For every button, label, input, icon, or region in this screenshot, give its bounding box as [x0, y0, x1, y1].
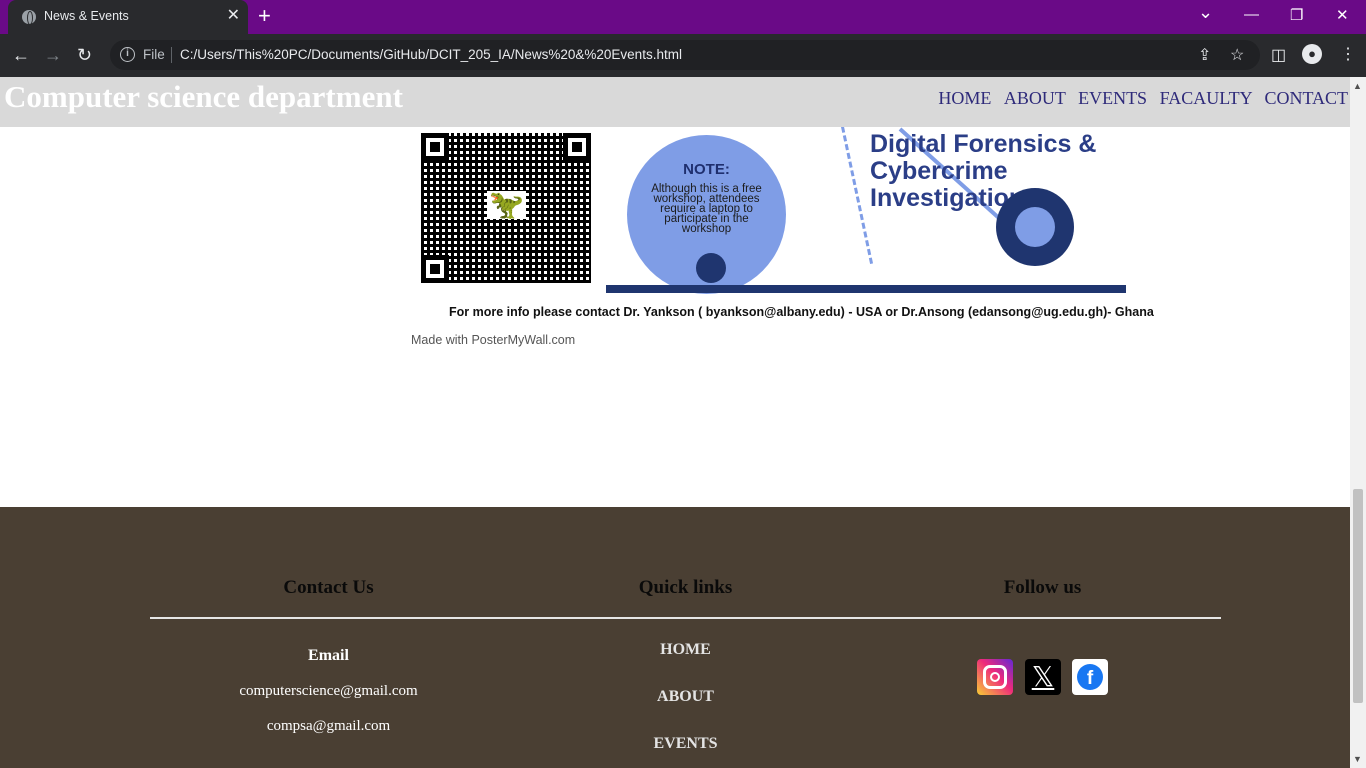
back-arrow-icon[interactable]: ←	[12, 44, 30, 66]
scroll-up-arrow-icon[interactable]: ▲	[1353, 81, 1362, 91]
window-close-button[interactable]: ✕	[1336, 6, 1349, 24]
event-poster-image: 🦖 NOTE: Although this is a free workshop…	[411, 126, 1154, 353]
note-text: Although this is a free workshop, attend…	[651, 183, 762, 235]
site-header: Computer science department HOME ABOUT E…	[0, 77, 1350, 127]
nav-events[interactable]: EVENTS	[1078, 88, 1147, 108]
footer-divider	[150, 617, 1221, 619]
url-text[interactable]: C:/Users/This%20PC/Documents/GitHub/DCIT…	[180, 47, 682, 62]
email-address[interactable]: computerscience@gmail.com	[150, 683, 507, 700]
new-tab-button[interactable]: +	[258, 4, 271, 28]
menu-kebab-icon[interactable]: ⋮	[1340, 44, 1356, 64]
qr-finder-pattern	[421, 133, 449, 161]
scrollbar-thumb[interactable]	[1353, 489, 1363, 703]
tab-search-chevron-icon[interactable]: ⌄	[1198, 2, 1213, 23]
site-footer: Contact Us Email computerscience@gmail.c…	[0, 507, 1350, 768]
facebook-icon[interactable]: f	[1072, 659, 1108, 695]
follow-heading: Follow us	[1003, 577, 1082, 598]
decorative-dashed-line	[841, 126, 874, 264]
poster-credit: Made with PosterMyWall.com	[411, 333, 576, 347]
poster-contact-info: For more info please contact Dr. Yankson…	[449, 305, 1154, 319]
side-panel-icon[interactable]: ◫	[1271, 45, 1286, 65]
restore-button[interactable]: ❐	[1290, 6, 1303, 24]
qr-finder-pattern	[563, 133, 591, 161]
footer-link-about[interactable]: ABOUT	[507, 688, 864, 706]
decorative-bar	[606, 285, 1126, 293]
contact-heading: Contact Us	[283, 577, 374, 598]
nav-contact[interactable]: CONTACT	[1264, 88, 1348, 108]
note-title: NOTE:	[683, 161, 730, 178]
site-info-icon[interactable]: i	[120, 47, 135, 62]
email-address[interactable]: compsa@gmail.com	[150, 718, 507, 735]
email-heading: Email	[308, 647, 349, 664]
x-icon[interactable]: 𝕏	[1025, 659, 1061, 695]
omnibox[interactable]: i File C:/Users/This%20PC/Documents/GitH…	[110, 40, 1260, 70]
address-bar-row: ← → ↻ i File C:/Users/This%20PC/Document…	[0, 34, 1366, 77]
main-nav: HOME ABOUT EVENTS FACAULTY CONTACT	[930, 88, 1348, 109]
minimize-button[interactable]: —	[1244, 6, 1259, 23]
reload-icon[interactable]: ↻	[77, 44, 92, 66]
nav-home[interactable]: HOME	[938, 88, 991, 108]
decorative-dot	[696, 253, 726, 283]
forward-arrow-icon[interactable]: →	[44, 44, 62, 66]
qr-finder-pattern	[421, 255, 449, 283]
nav-faculty[interactable]: FACAULTY	[1160, 88, 1252, 108]
page-scrollbar[interactable]: ▲ ▼	[1350, 77, 1366, 768]
omnibox-divider	[171, 47, 172, 63]
footer-link-home[interactable]: HOME	[507, 641, 864, 659]
qr-code: 🦖	[421, 133, 591, 283]
tab-title: News & Events	[44, 9, 129, 23]
bookmark-star-icon[interactable]: ☆	[1230, 45, 1244, 65]
decorative-ring	[996, 188, 1074, 266]
footer-follow-column: Follow us	[864, 507, 1221, 599]
note-circle: NOTE: Although this is a free workshop, …	[627, 135, 786, 294]
scroll-down-arrow-icon[interactable]: ▼	[1353, 754, 1362, 764]
instagram-icon[interactable]	[977, 659, 1013, 695]
share-icon[interactable]: ⇪	[1198, 45, 1211, 65]
footer-links-column: Quick links HOME ABOUT EVENTS	[507, 507, 864, 753]
tab-close-button[interactable]: ✕	[227, 7, 240, 25]
page-viewport: Computer science department HOME ABOUT E…	[0, 77, 1350, 768]
site-brand-title[interactable]: Computer science department	[4, 79, 403, 115]
globe-icon	[22, 10, 36, 25]
tab-strip: News & Events ✕ + ⌄ — ❐ ✕	[0, 0, 1366, 34]
dinosaur-icon: 🦖	[487, 189, 526, 220]
nav-about[interactable]: ABOUT	[1004, 88, 1066, 108]
profile-avatar-icon[interactable]: ●	[1302, 44, 1322, 64]
footer-contact-column: Contact Us Email computerscience@gmail.c…	[150, 507, 507, 735]
footer-link-events[interactable]: EVENTS	[507, 735, 864, 753]
file-scheme-label: File	[143, 47, 165, 62]
browser-tab[interactable]: News & Events ✕	[8, 0, 248, 34]
event-title-line1: Digital Forensics &	[870, 130, 1097, 158]
quick-links-heading: Quick links	[638, 577, 733, 598]
